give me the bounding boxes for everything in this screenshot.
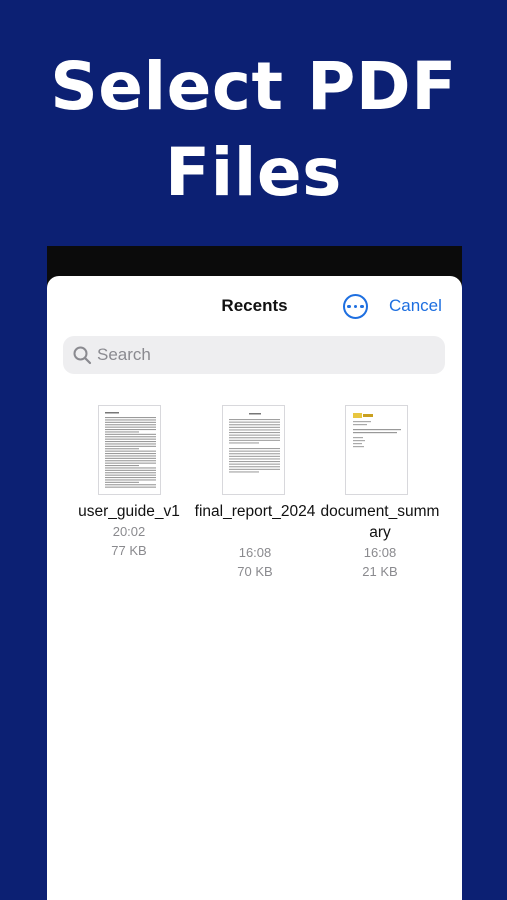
file-name: final_report_2024: [194, 503, 316, 520]
search-input[interactable]: [97, 336, 437, 374]
headline-line-2: Files: [165, 134, 342, 211]
file-size: 70 KB: [237, 564, 273, 579]
file-time: 20:02: [112, 524, 146, 539]
file-name: document_summary: [320, 503, 440, 541]
pdf-thumbnail: [98, 405, 161, 495]
file-name: user_guide_v1: [78, 503, 180, 520]
magnifier-icon: [73, 346, 92, 365]
pdf-thumbnail: [222, 405, 285, 495]
file-time: 16:08: [238, 545, 272, 560]
file-size: 77 KB: [111, 543, 147, 558]
file-size: 21 KB: [362, 564, 398, 579]
ellipsis-circle-icon[interactable]: [343, 294, 368, 319]
headline-line-1: Select PDF: [50, 48, 457, 125]
search-bar[interactable]: [63, 336, 445, 374]
promo-headline: Select PDF Files: [0, 44, 507, 216]
file-picker-sheet: Recents Cancel user_guide_v1 20:02 77 KB: [47, 276, 462, 900]
pdf-thumbnail: [345, 405, 408, 495]
cancel-button[interactable]: Cancel: [389, 296, 442, 316]
file-time: 16:08: [363, 545, 397, 560]
